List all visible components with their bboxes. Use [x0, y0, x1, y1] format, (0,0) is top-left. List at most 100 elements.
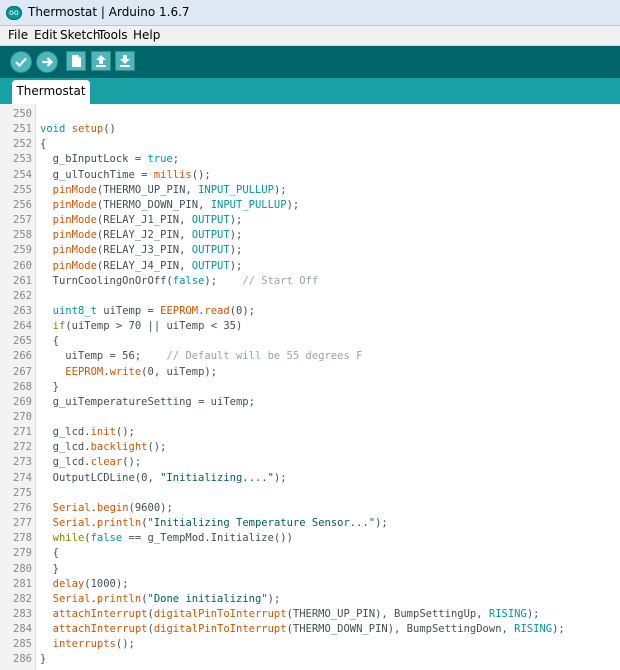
- code-text: pinMode(RELAY_J2_PIN, OUTPUT);: [52, 229, 243, 242]
- code-text: }: [40, 562, 59, 575]
- menu-sketch[interactable]: Sketch: [60, 28, 100, 42]
- code-text: attachInterrupt(digitalPinToInterrupt(TH…: [52, 607, 540, 620]
- line-number: 255: [13, 183, 32, 196]
- line-number: 272: [13, 441, 32, 454]
- code-text: g_lcd.init();: [40, 426, 135, 439]
- code-text: if(uiTemp > 70 || uiTemp < 35): [52, 320, 243, 333]
- code-line: 252 {: [0, 137, 620, 152]
- code-line: 278 while(false == g_TempMod.Initialize(…: [0, 531, 620, 546]
- code-text: delay(1000);: [52, 577, 129, 590]
- menu-edit[interactable]: Edit: [34, 28, 57, 42]
- code-text: interrupts();: [52, 638, 135, 651]
- code-line: 273 g_lcd.clear();: [0, 455, 620, 470]
- code-line: 263 uint8_t uiTemp = EEPROM.read(0);: [0, 304, 620, 319]
- upload-button[interactable]: [36, 51, 58, 73]
- code-line: 256 pinMode(THERMO_DOWN_PIN, INPUT_PULLU…: [0, 198, 620, 213]
- code-line: 279 {: [0, 546, 620, 561]
- code-text: g_bInputLock = true;: [40, 153, 180, 166]
- menu-help[interactable]: Help: [133, 28, 160, 42]
- code-line: 268 }: [0, 380, 620, 395]
- code-line: 259 pinMode(RELAY_J3_PIN, OUTPUT);: [0, 243, 620, 258]
- code-line: 251 void setup(): [0, 122, 620, 137]
- arduino-logo-icon: oo: [6, 6, 22, 20]
- code-text: attachInterrupt(digitalPinToInterrupt(TH…: [52, 623, 565, 636]
- arduino-logo-text: oo: [9, 8, 19, 17]
- line-number: 286: [13, 653, 32, 666]
- code-line: 269 g_uiTemperatureSetting = uiTemp;: [0, 395, 620, 410]
- line-number: 270: [13, 411, 32, 423]
- code-editor[interactable]: 250 251 void setup() 252 {253 g_bInputLock =…: [0, 104, 620, 670]
- open-button[interactable]: [91, 51, 111, 71]
- code-text: OutputLCDLine(0, "Initializing....");: [40, 471, 287, 484]
- line-number: 257: [13, 214, 32, 227]
- new-button[interactable]: [66, 51, 86, 71]
- line-number: 279: [13, 547, 32, 560]
- code-line: 280 }: [0, 562, 620, 577]
- code-text: Serial.println("Initializing Temperature…: [52, 517, 388, 530]
- line-number: 262: [13, 289, 32, 302]
- code-text: pinMode(THERMO_UP_PIN, INPUT_PULLUP);: [52, 183, 287, 196]
- code-line: 276 Serial.begin(9600);: [0, 501, 620, 516]
- code-line: 286}: [0, 652, 620, 667]
- line-number: 265: [13, 335, 32, 348]
- code-line: 285 interrupts();: [0, 637, 620, 652]
- code-line: 260 pinMode(RELAY_J4_PIN, OUTPUT);: [0, 259, 620, 274]
- check-icon: [15, 57, 27, 68]
- code-line: 257 pinMode(RELAY_J1_PIN, OUTPUT);: [0, 213, 620, 228]
- line-number: 254: [13, 168, 32, 181]
- line-number: 251: [13, 123, 32, 136]
- code-line: 274 OutputLCDLine(0, "Initializing....")…: [0, 471, 620, 486]
- code-line: 277 Serial.println("Initializing Tempera…: [0, 516, 620, 531]
- menu-file[interactable]: File: [8, 28, 28, 42]
- code-line: 250: [0, 107, 620, 122]
- line-number: 252: [13, 138, 32, 151]
- line-number: 259: [13, 244, 32, 257]
- code-text: Serial.begin(9600);: [52, 501, 173, 514]
- code-line: 284 attachInterrupt(digitalPinToInterrup…: [0, 622, 620, 637]
- save-button[interactable]: [115, 51, 135, 71]
- line-number: 250: [13, 108, 32, 120]
- code-text: pinMode(RELAY_J4_PIN, OUTPUT);: [52, 259, 243, 272]
- line-number: 261: [13, 274, 32, 287]
- code-text: {: [40, 335, 59, 348]
- code-text: TurnCoolingOnOrOff(false); // Start Off: [40, 274, 319, 287]
- code-line: 254 g_ulTouchTime = millis();: [0, 168, 620, 183]
- code-line: 266 uiTemp = 56; // Default will be 55 d…: [0, 349, 620, 364]
- line-number: 275: [13, 486, 32, 499]
- code-text: {: [40, 547, 59, 560]
- code-text: while(false == g_TempMod.Initialize()): [52, 532, 293, 545]
- tab-thermostat[interactable]: Thermostat: [12, 80, 90, 104]
- code-line: 271 g_lcd.init();: [0, 425, 620, 440]
- menu-tools[interactable]: Tools: [98, 28, 128, 42]
- code-line: 265 {: [0, 334, 620, 349]
- code-line: 272 g_lcd.backlight();: [0, 440, 620, 455]
- code-line: 264 if(uiTemp > 70 || uiTemp < 35): [0, 319, 620, 334]
- new-file-icon: [72, 55, 81, 67]
- code-line: 283 attachInterrupt(digitalPinToInterrup…: [0, 607, 620, 622]
- line-number: 284: [13, 623, 32, 636]
- line-number: 277: [13, 517, 32, 530]
- code-text: pinMode(THERMO_DOWN_PIN, INPUT_PULLUP);: [52, 198, 300, 211]
- line-number: 266: [13, 350, 32, 363]
- code-text: g_lcd.backlight();: [40, 441, 167, 454]
- line-number: 281: [13, 577, 32, 590]
- code-text: g_uiTemperatureSetting = uiTemp;: [40, 395, 255, 408]
- code-line: 255 pinMode(THERMO_UP_PIN, INPUT_PULLUP)…: [0, 183, 620, 198]
- code-text: g_ulTouchTime = millis();: [40, 168, 211, 181]
- open-arrow-up-icon: [96, 55, 106, 67]
- line-number: 264: [13, 320, 32, 333]
- verify-button[interactable]: [10, 51, 32, 73]
- line-number: 271: [13, 426, 32, 439]
- line-number: 278: [13, 532, 32, 545]
- title-bar: oo Thermostat | Arduino 1.6.7: [0, 0, 620, 26]
- line-number: 280: [13, 562, 32, 575]
- line-number: 274: [13, 471, 32, 484]
- line-number: 276: [13, 501, 32, 514]
- line-number: 282: [13, 592, 32, 605]
- code-text: }: [40, 653, 47, 666]
- code-line: 275: [0, 486, 620, 501]
- code-line: 261 TurnCoolingOnOrOff(false); // Start …: [0, 274, 620, 289]
- code-text: EEPROM.write(0, uiTemp);: [65, 365, 218, 378]
- code-text: }: [40, 380, 59, 393]
- code-line: 282 Serial.println("Done initializing");: [0, 592, 620, 607]
